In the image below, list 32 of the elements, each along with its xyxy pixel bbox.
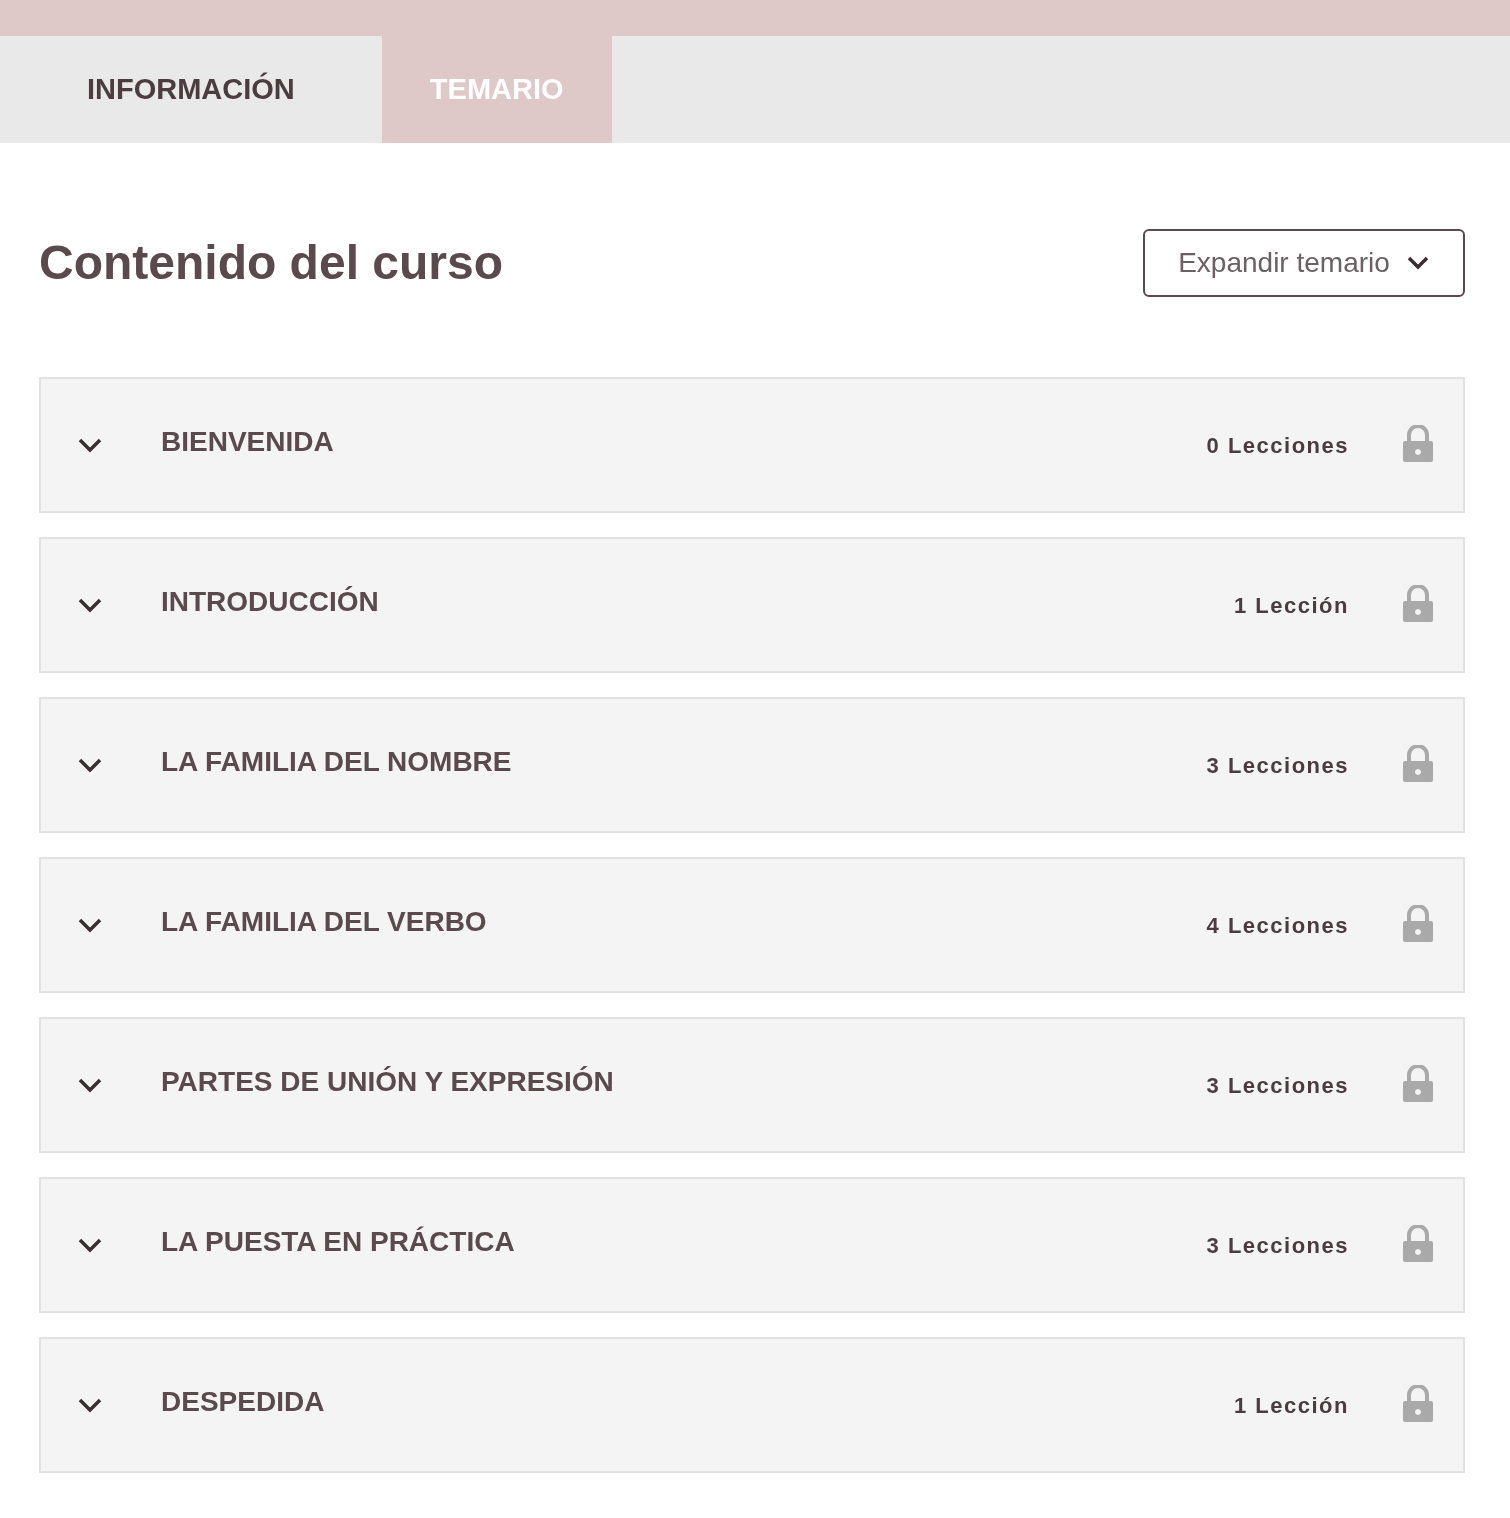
chevron-down-icon[interactable] — [77, 1076, 103, 1094]
lesson-count: 3 Lecciones — [1206, 1071, 1349, 1100]
chevron-down-icon[interactable] — [77, 1396, 103, 1414]
section-title: LA FAMILIA DEL NOMBRE — [161, 745, 513, 779]
expand-button[interactable]: Expandir temario — [1143, 229, 1465, 297]
chevron-down-icon[interactable] — [77, 1236, 103, 1254]
section-row[interactable]: BIENVENIDA 0 Lecciones — [39, 377, 1465, 513]
chevron-down-icon[interactable] — [77, 756, 103, 774]
chevron-down-icon[interactable] — [77, 436, 103, 454]
tab[interactable]: INFORMACIÓN — [0, 36, 382, 143]
section-title: INTRODUCCIÓN — [161, 585, 380, 619]
lesson-count: 1 Lección — [1234, 591, 1349, 620]
section-title: DESPEDIDA — [161, 1385, 326, 1419]
lesson-count: 3 Lecciones — [1206, 751, 1349, 780]
section-row[interactable]: DESPEDIDA 1 Lección — [39, 1337, 1465, 1473]
page-heading: Contenido del curso — [39, 239, 503, 287]
lesson-count: 1 Lección — [1234, 1391, 1349, 1420]
chevron-down-icon[interactable] — [77, 916, 103, 934]
lesson-count: 4 Lecciones — [1206, 911, 1349, 940]
section-title: PARTES DE UNIÓN Y EXPRESIÓN — [161, 1065, 615, 1099]
lesson-count: 3 Lecciones — [1206, 1231, 1349, 1260]
section-row[interactable]: INTRODUCCIÓN 1 Lección — [39, 537, 1465, 673]
lesson-count: 0 Lecciones — [1206, 431, 1349, 460]
section-row[interactable]: PARTES DE UNIÓN Y EXPRESIÓN 3 Lecciones — [39, 1017, 1465, 1153]
section-title: BIENVENIDA — [161, 425, 335, 459]
section-row[interactable]: LA FAMILIA DEL NOMBRE 3 Lecciones — [39, 697, 1465, 833]
section-title: LA FAMILIA DEL VERBO — [161, 905, 488, 939]
chevron-down-icon — [1405, 255, 1430, 271]
section-row[interactable]: LA FAMILIA DEL VERBO 4 Lecciones — [39, 857, 1465, 993]
chevron-down-icon[interactable] — [77, 596, 103, 614]
section-title: LA PUESTA EN PRÁCTICA — [161, 1225, 516, 1259]
section-row[interactable]: LA PUESTA EN PRÁCTICA 3 Lecciones — [39, 1177, 1465, 1313]
